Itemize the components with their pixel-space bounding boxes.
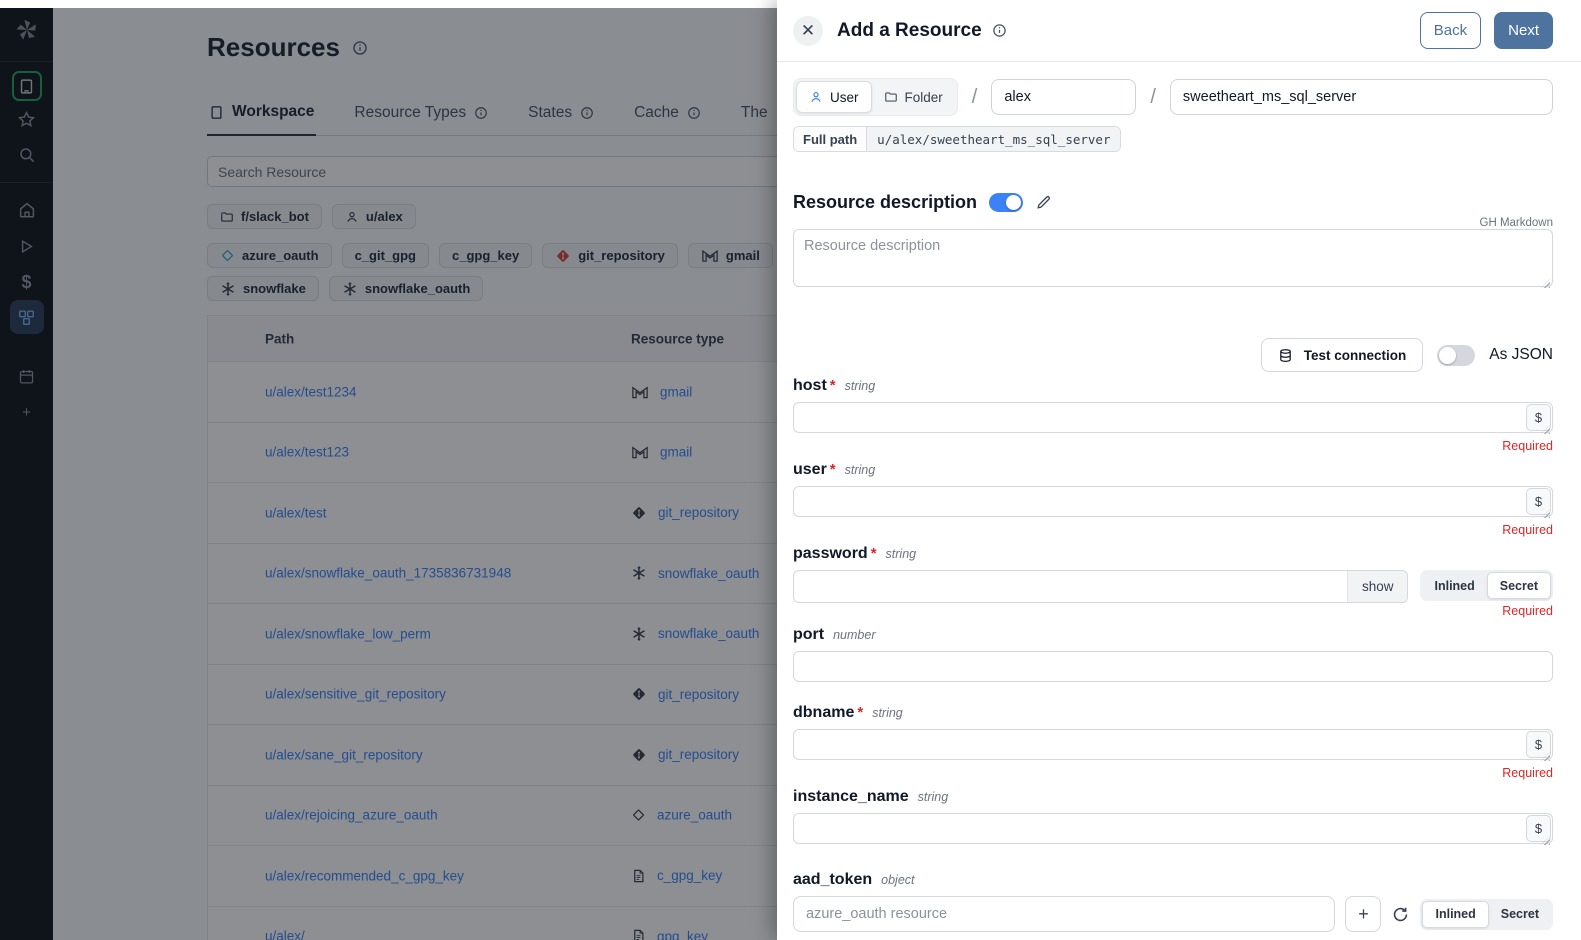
field-type: string — [845, 463, 876, 477]
inlined-option[interactable]: Inlined — [1422, 572, 1486, 599]
password-input-wrap: show — [793, 570, 1408, 603]
show-password-button[interactable]: show — [1347, 571, 1408, 602]
full-path-value: u/alex/sweetheart_ms_sql_server — [867, 127, 1120, 151]
database-icon — [1278, 348, 1293, 363]
required-star: * — [857, 704, 863, 721]
resource-fields: host*string $ Required user*string $ Req… — [793, 377, 1553, 932]
secret-option[interactable]: Secret — [1487, 572, 1551, 599]
test-connection-label: Test connection — [1304, 348, 1407, 363]
port-input-wrap — [793, 651, 1553, 682]
field-name: instance_name — [793, 788, 909, 806]
password-row: show Inlined Secret — [793, 570, 1553, 603]
instance-name-input[interactable] — [793, 813, 1553, 844]
drawer-header: ✕ Add a Resource Back Next — [777, 0, 1581, 62]
aad-token-row: + Inlined Secret — [793, 896, 1553, 932]
drawer-scrim[interactable] — [0, 8, 777, 940]
insert-variable-button[interactable]: $ — [1526, 488, 1551, 515]
inlined-secret-toggle: Inlined Secret — [1420, 570, 1553, 601]
field-type: string — [845, 379, 876, 393]
field-name: password — [793, 545, 868, 563]
required-message: Required — [793, 523, 1553, 543]
dbname-input[interactable] — [793, 729, 1553, 760]
required-message: Required — [793, 439, 1553, 459]
insert-variable-button[interactable]: $ — [1526, 731, 1551, 758]
inlined-secret-toggle: Inlined Secret — [1420, 899, 1553, 930]
pencil-icon[interactable] — [1035, 194, 1052, 211]
back-button[interactable]: Back — [1420, 12, 1481, 49]
full-path: Full path u/alex/sweetheart_ms_sql_serve… — [793, 126, 1121, 152]
path-separator: / — [1150, 86, 1156, 109]
instance-name-input-wrap: $ — [793, 813, 1553, 849]
field-instance-name: instance_name string $ — [793, 788, 1553, 849]
description-textarea[interactable] — [793, 229, 1553, 287]
field-type: string — [918, 790, 949, 804]
port-input[interactable] — [793, 651, 1553, 682]
close-icon[interactable]: ✕ — [793, 16, 823, 46]
insert-variable-button[interactable]: $ — [1526, 404, 1551, 431]
refresh-icon[interactable] — [1391, 905, 1410, 924]
field-type: number — [833, 628, 875, 642]
host-input-wrap: $ — [793, 402, 1553, 438]
description-heading: Resource description — [793, 192, 977, 213]
kind-user-label: User — [830, 90, 859, 105]
field-password: password* string show Inlined Secret Requ… — [793, 545, 1553, 624]
insert-variable-button[interactable]: $ — [1526, 815, 1551, 842]
inlined-option[interactable]: Inlined — [1422, 901, 1488, 928]
field-name: aad_token — [793, 871, 872, 889]
field-type: string — [872, 706, 903, 720]
required-star: * — [871, 545, 877, 562]
kind-folder-option[interactable]: Folder — [872, 81, 955, 113]
owner-kind-toggle: User Folder — [793, 78, 958, 116]
add-resource-button[interactable]: + — [1345, 896, 1381, 932]
field-name: host — [793, 377, 827, 395]
field-name: port — [793, 626, 824, 644]
owner-input[interactable] — [991, 79, 1136, 115]
required-star: * — [830, 461, 836, 478]
required-message: Required — [793, 766, 1553, 786]
dbname-input-wrap: $ — [793, 729, 1553, 765]
full-path-label: Full path — [794, 127, 867, 151]
kind-folder-label: Folder — [905, 90, 943, 105]
folder-icon — [884, 90, 898, 104]
secret-option[interactable]: Secret — [1489, 901, 1551, 928]
required-message: Required — [793, 604, 1553, 624]
resource-name-input[interactable] — [1170, 79, 1553, 115]
field-name: user — [793, 461, 827, 479]
field-type: string — [886, 547, 917, 561]
user-input-wrap: $ — [793, 486, 1553, 522]
kind-user-option[interactable]: User — [796, 81, 872, 113]
user-input[interactable] — [793, 486, 1553, 517]
host-input[interactable] — [793, 402, 1553, 433]
field-aad-token: aad_token object + Inlined Secret — [793, 871, 1553, 932]
field-port: port number — [793, 626, 1553, 682]
drawer-body: User Folder / / Full path u/alex/sweethe… — [777, 62, 1581, 932]
required-star: * — [830, 377, 836, 394]
description-toggle[interactable] — [989, 193, 1023, 212]
description-header: Resource description — [793, 192, 1553, 213]
aad-token-resource-input[interactable] — [793, 896, 1335, 932]
drawer-header-buttons: Back Next — [1420, 12, 1553, 49]
description-wrap — [793, 229, 1553, 292]
field-host: host* string $ Required — [793, 377, 1553, 459]
field-dbname: dbname* string $ Required — [793, 704, 1553, 786]
info-icon[interactable] — [992, 23, 1007, 38]
user-icon — [809, 90, 823, 104]
password-input[interactable] — [793, 570, 1408, 603]
path-separator: / — [972, 86, 978, 109]
field-name: dbname — [793, 704, 854, 722]
markdown-hint: GH Markdown — [793, 217, 1553, 229]
add-resource-drawer: ✕ Add a Resource Back Next User — [777, 0, 1581, 940]
path-row: User Folder / / — [793, 78, 1553, 116]
as-json-label: As JSON — [1489, 346, 1553, 364]
as-json-toggle[interactable] — [1437, 345, 1475, 366]
field-type: object — [881, 873, 914, 887]
next-button[interactable]: Next — [1494, 12, 1553, 49]
drawer-title: Add a Resource — [837, 20, 982, 42]
field-user: user* string $ Required — [793, 461, 1553, 543]
connection-row: Test connection As JSON — [793, 338, 1553, 372]
test-connection-button[interactable]: Test connection — [1261, 338, 1424, 372]
